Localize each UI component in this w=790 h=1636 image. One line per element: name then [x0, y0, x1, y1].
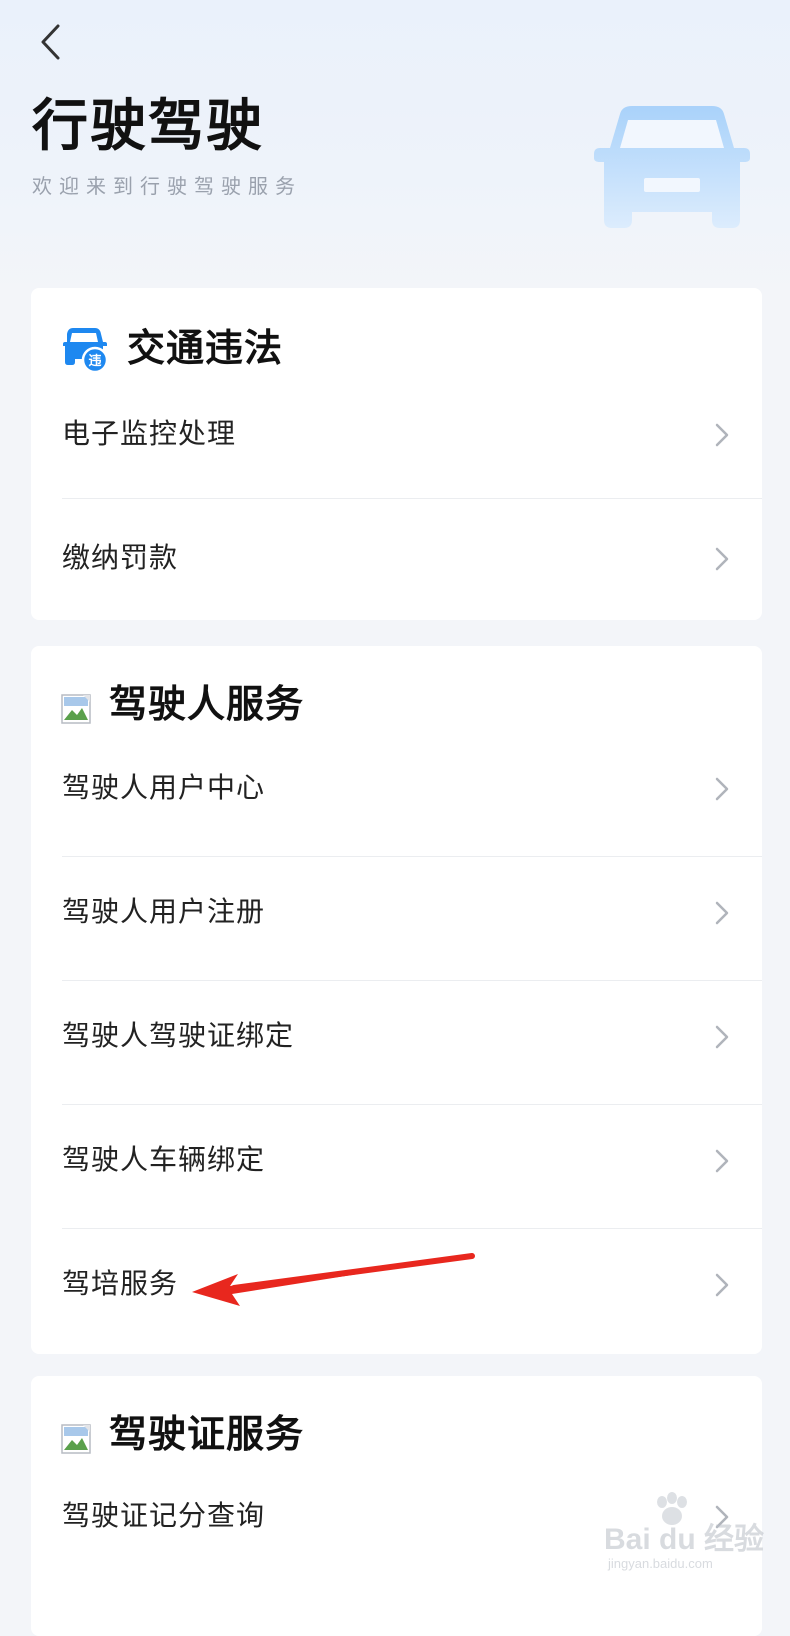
menu-item-driver-user-center[interactable]: 驾驶人用户中心: [31, 730, 762, 854]
section-title: 驾驶人服务: [109, 682, 305, 726]
section-card-license-service: 驾驶证服务 驾驶证记分查询: [31, 1376, 762, 1636]
section-title: 交通违法: [127, 326, 284, 370]
menu-item-label: 缴纳罚款: [62, 541, 179, 574]
back-button[interactable]: [30, 20, 70, 64]
chevron-right-icon: [715, 777, 729, 801]
chevron-right-icon: [715, 423, 729, 447]
menu-item-label: 驾驶人用户中心: [62, 771, 266, 804]
page-title: 行驶驾驶: [32, 94, 264, 159]
menu-item-label: 驾培服务: [62, 1267, 179, 1300]
chevron-right-icon: [715, 1273, 729, 1297]
menu-item-label: 驾驶人用户注册: [62, 895, 266, 928]
chevron-right-icon: [715, 901, 729, 925]
menu-item-label: 驾驶证记分查询: [62, 1499, 266, 1532]
car-illustration-icon: [594, 106, 750, 228]
section-title: 驾驶证服务: [109, 1412, 305, 1456]
menu-item-label: 电子监控处理: [62, 417, 237, 450]
chevron-right-icon: [715, 547, 729, 571]
menu-item-license-binding[interactable]: 驾驶人驾驶证绑定: [31, 978, 762, 1102]
menu-item-driving-training[interactable]: 驾培服务: [31, 1226, 762, 1350]
menu-item-electronic-monitoring[interactable]: 电子监控处理: [31, 376, 762, 500]
broken-image-icon: [61, 1424, 91, 1454]
menu-item-license-points-query[interactable]: 驾驶证记分查询: [31, 1458, 762, 1582]
section-card-traffic-violation: 违 交通违法 电子监控处理 缴纳罚款: [31, 288, 762, 620]
violation-car-icon: 违: [63, 328, 109, 372]
chevron-right-icon: [715, 1025, 729, 1049]
menu-item-label: 驾驶人驾驶证绑定: [62, 1019, 295, 1052]
section-card-driver-service: 驾驶人服务 驾驶人用户中心 驾驶人用户注册 驾驶人驾驶证绑定 驾驶人车辆绑定 驾…: [31, 646, 762, 1354]
broken-image-icon: [61, 694, 91, 724]
violation-badge-text: 违: [88, 353, 101, 369]
chevron-right-icon: [715, 1505, 729, 1529]
chevron-left-icon: [41, 24, 60, 60]
menu-item-vehicle-binding[interactable]: 驾驶人车辆绑定: [31, 1102, 762, 1226]
divider: [62, 498, 762, 499]
page-subtitle: 欢迎来到行驶驾驶服务: [32, 174, 302, 198]
menu-item-pay-fine[interactable]: 缴纳罚款: [31, 500, 762, 624]
menu-item-label: 驾驶人车辆绑定: [62, 1143, 266, 1176]
chevron-right-icon: [715, 1149, 729, 1173]
menu-item-driver-registration[interactable]: 驾驶人用户注册: [31, 854, 762, 978]
